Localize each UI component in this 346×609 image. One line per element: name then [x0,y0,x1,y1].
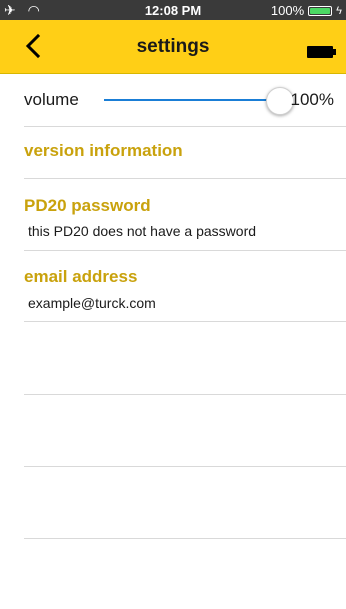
version-info-row[interactable]: version information [24,127,346,179]
password-row[interactable]: PD20 password this PD20 does not have a … [24,179,346,251]
charging-icon: ϟ [336,4,342,17]
empty-list-row [24,322,346,395]
volume-slider[interactable] [104,87,294,115]
email-value: example@turck.com [28,295,156,311]
empty-list-row [24,466,346,539]
volume-track-fill [104,99,280,101]
password-label: PD20 password [24,196,151,215]
empty-list-row [24,394,346,467]
battery-full-icon [307,46,336,58]
volume-value: 100% [290,90,334,109]
page-title: settings [136,36,210,57]
volume-label: volume [24,90,79,109]
email-label: email address [24,267,138,286]
password-status-text: this PD20 does not have a password [28,223,257,239]
status-bar: ✈ ◠ 12:08 PM 100% ϟ [0,0,346,20]
status-battery-group: 100% ϟ [271,3,342,18]
version-info-label: version information [24,141,183,160]
status-battery-icon [308,5,333,16]
volume-row: volume 100% [24,74,346,127]
email-row[interactable]: email address example@turck.com [24,251,346,322]
battery-percent: 100% [270,3,305,18]
nav-header: settings [0,20,346,74]
